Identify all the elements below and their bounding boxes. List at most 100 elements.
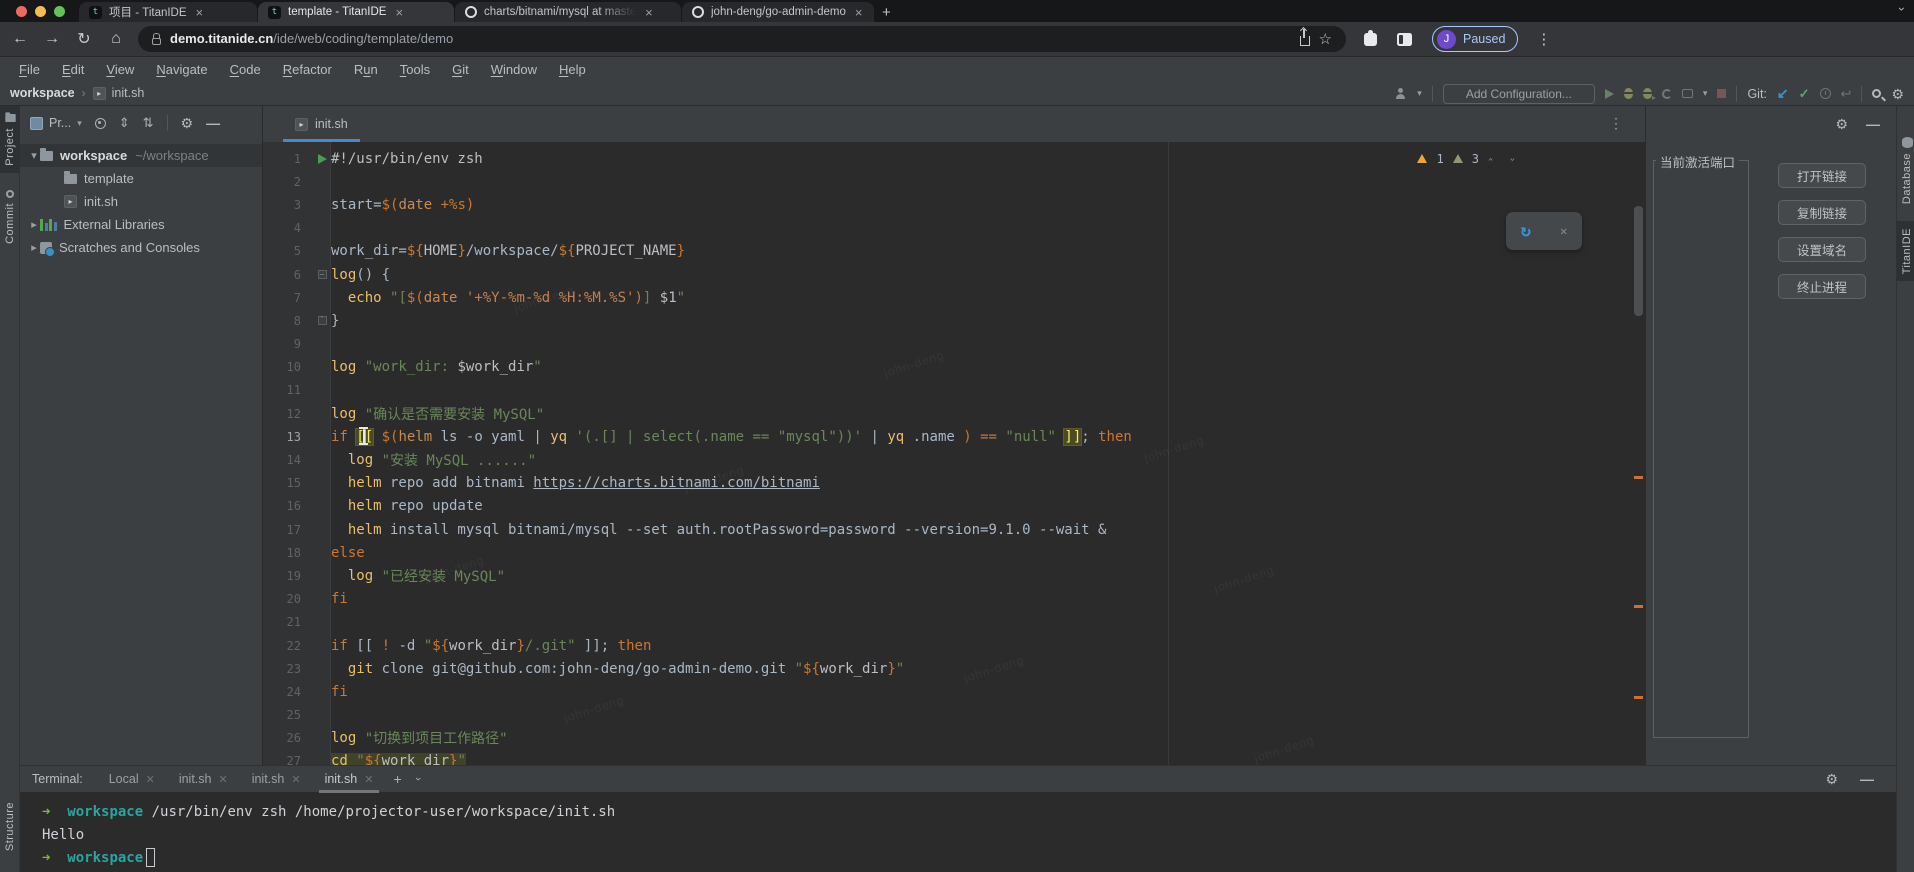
menu-window[interactable]: Window: [482, 60, 546, 79]
select-opened-file-icon[interactable]: [95, 118, 106, 129]
git-update-icon[interactable]: ↙: [1777, 85, 1789, 102]
terminal-tab-3[interactable]: init.sh✕: [313, 766, 386, 793]
window-close-button[interactable]: [16, 6, 27, 17]
git-rollback-icon[interactable]: ↩: [1841, 86, 1852, 102]
window-zoom-button[interactable]: [54, 6, 65, 17]
browser-tab-1[interactable]: ttemplate - TitanIDE×: [258, 2, 454, 22]
tree-item-external-libraries[interactable]: ▸External Libraries: [20, 213, 262, 236]
code-line-8[interactable]: 8ˆ}: [263, 309, 1631, 332]
menu-tools[interactable]: Tools: [391, 60, 439, 79]
close-terminal-tab-icon[interactable]: ✕: [291, 773, 300, 786]
user-icon[interactable]: [1395, 88, 1407, 99]
menu-help[interactable]: Help: [550, 60, 595, 79]
tree-item-init-sh[interactable]: ▸init.sh: [20, 190, 262, 213]
terminal-sessions-dropdown-icon[interactable]: ›: [411, 777, 423, 781]
code-line-24[interactable]: 24fi: [263, 680, 1631, 703]
stripe-tab-database[interactable]: Database: [1897, 130, 1914, 211]
new-tab-button[interactable]: +: [882, 4, 891, 21]
menu-refactor[interactable]: Refactor: [274, 60, 341, 79]
code-line-12[interactable]: 12log "确认是否需要安装 MySQL": [263, 402, 1631, 425]
user-dropdown-icon[interactable]: ▾: [1417, 88, 1422, 99]
extensions-icon[interactable]: [1364, 33, 1377, 46]
hide-titanide-panel-icon[interactable]: —: [1866, 117, 1880, 131]
code-line-27[interactable]: 27cd "${work_dir}": [263, 750, 1631, 765]
close-terminal-tab-icon[interactable]: ✕: [146, 773, 155, 786]
code-line-25[interactable]: 25: [263, 704, 1631, 727]
browser-menu-kebab-icon[interactable]: ⋮: [1536, 30, 1551, 48]
menu-edit[interactable]: Edit: [53, 60, 93, 79]
menu-git[interactable]: Git: [443, 60, 478, 79]
git-commit-icon[interactable]: ✓: [1799, 86, 1810, 102]
next-problem-icon[interactable]: ›: [1506, 156, 1517, 162]
code-line-11[interactable]: 11: [263, 379, 1631, 402]
search-everywhere-icon[interactable]: [1872, 89, 1881, 98]
add-configuration-button[interactable]: Add Configuration...: [1443, 84, 1595, 104]
fold-marker-icon[interactable]: –: [318, 270, 327, 279]
code-line-18[interactable]: 18else: [263, 541, 1631, 564]
code-line-3[interactable]: 3start=$(date +%s): [263, 193, 1631, 216]
address-bar[interactable]: demo.titanide.cn/ide/web/coding/template…: [138, 26, 1346, 52]
terminate-process-button[interactable]: 终止进程: [1778, 274, 1866, 299]
window-minimize-button[interactable]: [35, 6, 46, 17]
editor-scrollbar[interactable]: [1633, 178, 1644, 765]
code-line-19[interactable]: 19 log "已经安装 MySQL": [263, 564, 1631, 587]
code-line-17[interactable]: 17 helm install mysql bitnami/mysql --se…: [263, 518, 1631, 541]
profiler-icon[interactable]: [1662, 89, 1672, 99]
set-domain-button[interactable]: 设置域名: [1778, 237, 1866, 262]
close-terminal-tab-icon[interactable]: ✕: [218, 773, 227, 786]
close-tab-icon[interactable]: ×: [645, 6, 653, 19]
menu-navigate[interactable]: Navigate: [147, 60, 216, 79]
browser-tab-2[interactable]: charts/bitnami/mysql at maste×: [455, 2, 681, 22]
reload-icon[interactable]: ↻: [74, 29, 94, 49]
stripe-tab-titanide[interactable]: TitanIDE: [1897, 221, 1914, 281]
terminal-tab-2[interactable]: init.sh✕: [240, 766, 313, 793]
browser-tab-0[interactable]: t项目 - TitanIDE×: [79, 2, 257, 22]
menu-code[interactable]: Code: [221, 60, 270, 79]
code-line-16[interactable]: 16 helm repo update: [263, 495, 1631, 518]
attach-process-icon[interactable]: [1682, 89, 1693, 98]
project-view-selector[interactable]: Pr... ▾: [30, 116, 82, 130]
menu-run[interactable]: Run: [345, 60, 387, 79]
close-tab-icon[interactable]: ×: [395, 6, 403, 19]
code-line-2[interactable]: 2: [263, 170, 1631, 193]
prev-problem-icon[interactable]: ›: [1485, 156, 1496, 162]
stripe-tab-project[interactable]: Project: [0, 106, 20, 173]
titanide-options-gear-icon[interactable]: ⚙: [1835, 117, 1848, 131]
tree-item-template[interactable]: template: [20, 167, 262, 190]
code-line-5[interactable]: 5work_dir=${HOME}/workspace/${PROJECT_NA…: [263, 240, 1631, 263]
code-line-22[interactable]: 22if [[ ! -d "${work_dir}/.git" ]]; then: [263, 634, 1631, 657]
tree-chevron-icon[interactable]: ▸: [28, 241, 40, 254]
stripe-tab-commit[interactable]: Commit: [0, 183, 20, 251]
tree-chevron-icon[interactable]: ▾: [28, 149, 40, 162]
copy-link-button[interactable]: 复制链接: [1778, 200, 1866, 225]
tree-item-workspace[interactable]: ▾workspace~/workspace: [20, 144, 262, 167]
breadcrumb-file[interactable]: init.sh: [112, 86, 145, 100]
home-icon[interactable]: ⌂: [106, 30, 126, 48]
browser-tab-3[interactable]: john-deng/go-admin-demo×: [682, 2, 874, 22]
code-line-9[interactable]: 9: [263, 333, 1631, 356]
code-line-14[interactable]: 14 log "安装 MySQL ......": [263, 448, 1631, 471]
profile-chip[interactable]: J Paused: [1432, 26, 1518, 52]
settings-gear-icon[interactable]: ⚙: [1891, 87, 1904, 101]
code-line-10[interactable]: 10log "work_dir: $work_dir": [263, 356, 1631, 379]
hide-project-panel-icon[interactable]: —: [206, 116, 220, 130]
open-link-button[interactable]: 打开链接: [1778, 163, 1866, 188]
stripe-tab-structure[interactable]: Structure: [0, 795, 20, 858]
forward-icon[interactable]: →: [42, 30, 62, 48]
editor-tab-init-sh[interactable]: ▸ init.sh: [283, 106, 360, 142]
code-line-21[interactable]: 21: [263, 611, 1631, 634]
stop-icon[interactable]: [1717, 89, 1726, 98]
close-icon[interactable]: ✕: [1560, 224, 1567, 238]
code-line-4[interactable]: 4: [263, 217, 1631, 240]
scrollbar-thumb[interactable]: [1634, 206, 1643, 316]
code-line-15[interactable]: 15 helm repo add bitnami https://charts.…: [263, 472, 1631, 495]
breadcrumb-root[interactable]: workspace: [10, 86, 75, 100]
editor-tab-options-kebab-icon[interactable]: ⋮: [1609, 115, 1623, 132]
menu-view[interactable]: View: [97, 60, 143, 79]
tab-overflow-chevron-icon[interactable]: ›: [1895, 7, 1909, 11]
fold-marker-icon[interactable]: ˆ: [318, 316, 327, 325]
close-tab-icon[interactable]: ×: [855, 6, 863, 19]
code-editor[interactable]: john-dengjohn-dengjohn-dengjohn-dengjohn…: [263, 142, 1645, 765]
close-terminal-tab-icon[interactable]: ✕: [364, 773, 373, 786]
bookmark-star-icon[interactable]: ☆: [1319, 32, 1332, 47]
